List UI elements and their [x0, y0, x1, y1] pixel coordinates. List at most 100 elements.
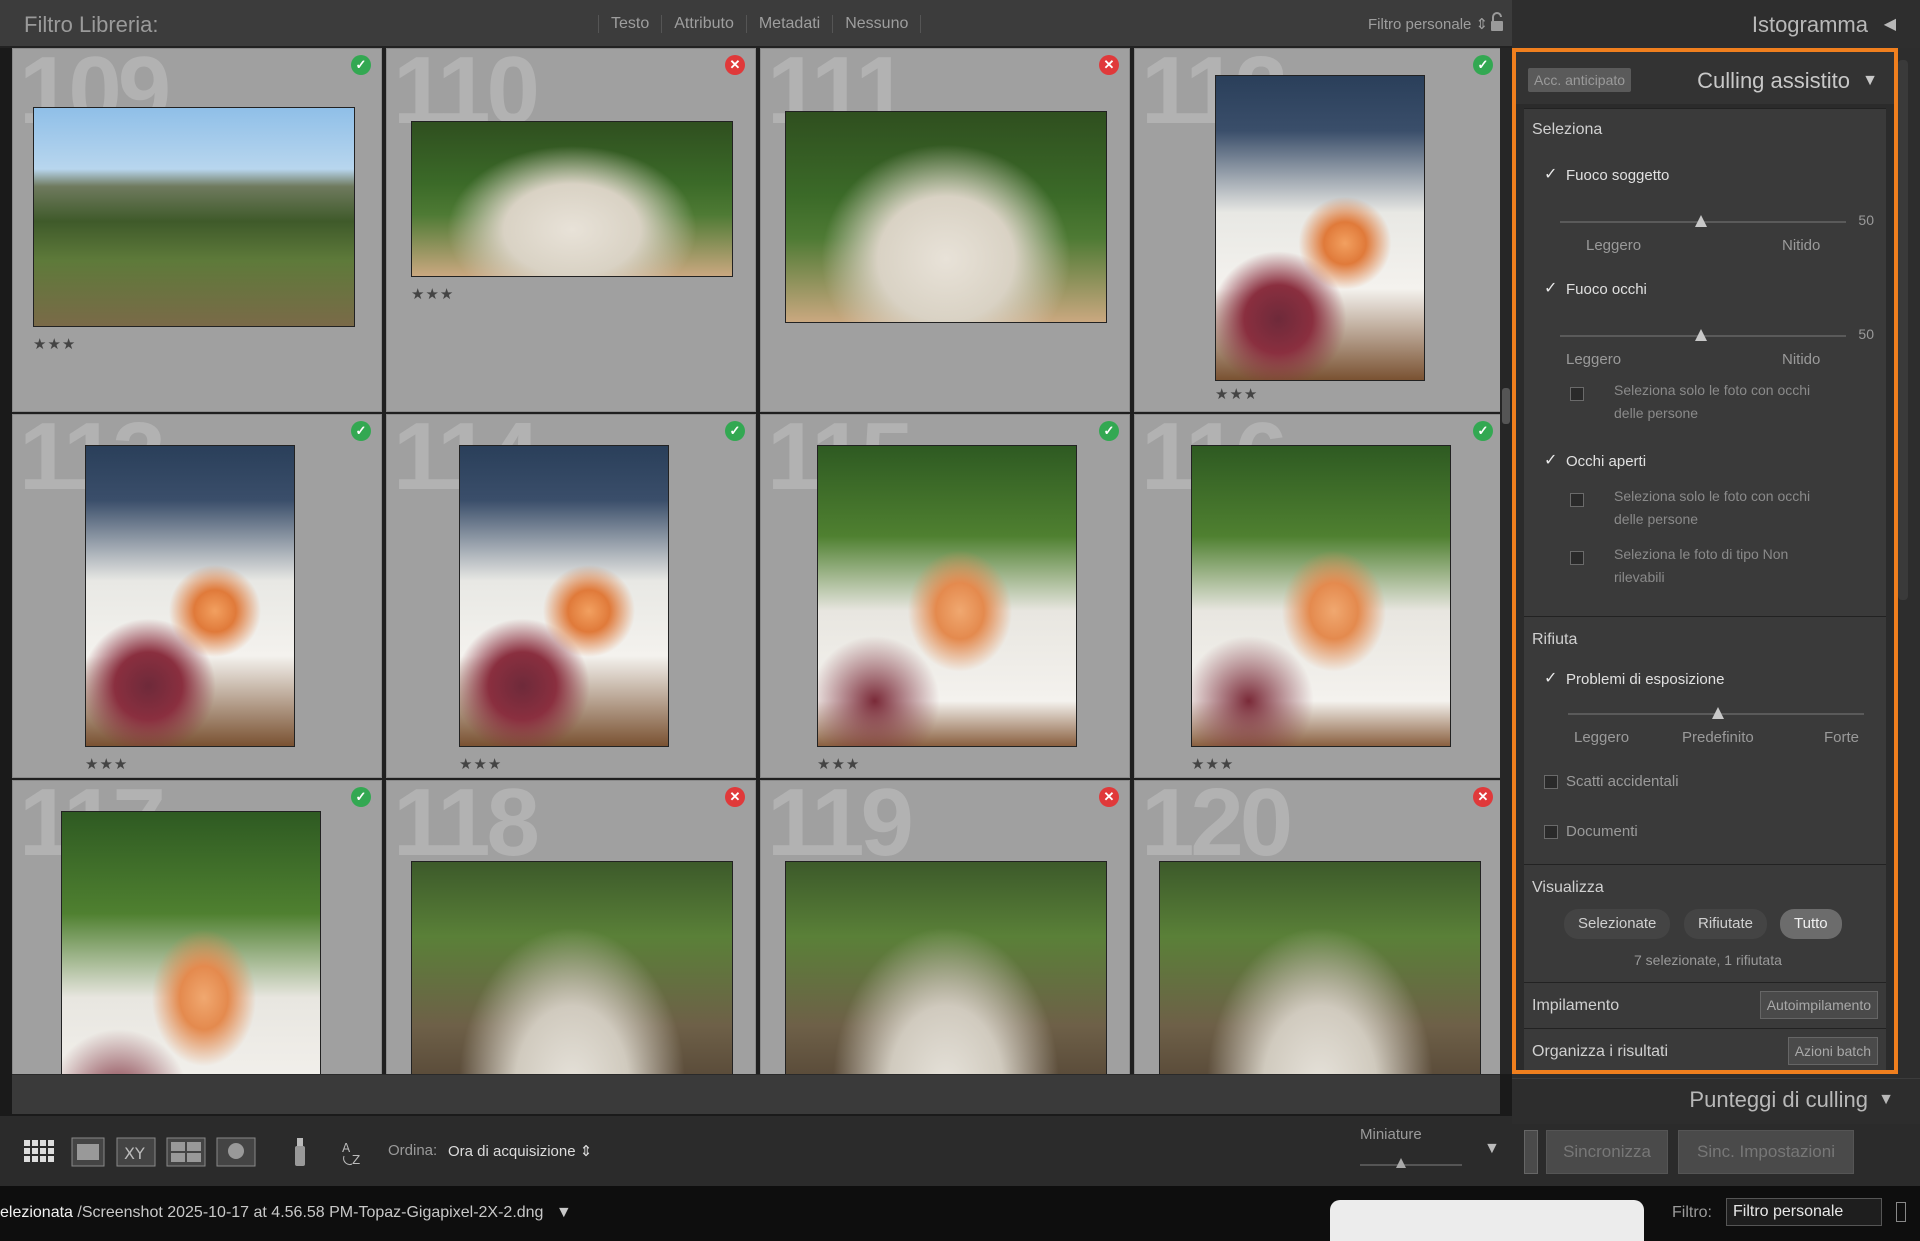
reject-flag-icon[interactable]: ✕ [725, 787, 745, 807]
grid-cell[interactable]: 120 ✕ [1134, 780, 1500, 1074]
compare-view-icon[interactable]: XY [116, 1134, 156, 1170]
grid-scrollbar-thumb[interactable] [1502, 388, 1510, 424]
photo-thumbnail[interactable] [61, 811, 321, 1074]
grid-cell[interactable]: 116✓★★★ [1134, 414, 1500, 778]
painter-icon[interactable] [288, 1134, 312, 1170]
reject-flag-icon[interactable]: ✕ [1473, 787, 1493, 807]
grid-cell[interactable]: 111 ✕ [760, 48, 1130, 412]
fuoco-occhi-slider[interactable]: 50 [1560, 326, 1874, 342]
filter-text[interactable]: Testo [598, 15, 661, 33]
grid-cell[interactable]: 118 ✕ [386, 780, 756, 1074]
pick-flag-icon[interactable]: ✓ [351, 787, 371, 807]
checkbox-scatti[interactable]: Scatti accidentali [1544, 773, 1679, 790]
fuoco-soggetto-slider[interactable]: 50 [1560, 212, 1874, 228]
view-selected-button[interactable]: Selezionate [1564, 909, 1671, 939]
file-path: elezionata /Screenshot 2025-10-17 at 4.5… [0, 1204, 572, 1222]
pick-flag-icon[interactable]: ✓ [1473, 55, 1493, 75]
impilamento-label: Impilamento [1532, 997, 1620, 1014]
dropdown-arrow-icon[interactable]: ▼ [556, 1204, 572, 1221]
photo-thumbnail[interactable] [1159, 861, 1481, 1074]
checkbox-oa-undetectable[interactable] [1570, 551, 1592, 565]
view-all-button[interactable]: Tutto [1780, 909, 1842, 939]
collapse-down-icon[interactable]: ▼ [1878, 1091, 1894, 1109]
sync-settings-button[interactable]: Sinc. Impostazioni [1678, 1130, 1854, 1174]
photo-thumbnail[interactable] [459, 445, 669, 747]
sync-button[interactable]: Sincronizza [1546, 1130, 1668, 1174]
star-rating[interactable]: ★★★ [1191, 755, 1234, 773]
filter-label: Filtro: [1672, 1204, 1712, 1221]
star-rating[interactable]: ★★★ [33, 335, 76, 353]
star-rating[interactable]: ★★★ [85, 755, 128, 773]
photo-thumbnail[interactable] [1191, 445, 1451, 747]
autostack-button[interactable]: Autoimpilamento [1759, 991, 1878, 1019]
filter-attribute[interactable]: Attributo [661, 15, 746, 33]
pick-flag-icon[interactable]: ✓ [1099, 421, 1119, 441]
lock-icon[interactable] [1896, 1202, 1906, 1222]
pick-flag-icon[interactable]: ✓ [351, 421, 371, 441]
checkbox-documenti[interactable]: Documenti [1544, 823, 1638, 840]
collapse-left-icon[interactable]: ◀ [1884, 14, 1896, 34]
filter-select[interactable]: Filtro personale [1726, 1198, 1882, 1226]
pick-flag-icon[interactable]: ✓ [725, 421, 745, 441]
grid-cell[interactable]: 110 ✕ ★★★ [386, 48, 756, 412]
grid-cell[interactable]: 109 ✓ ★★★ [12, 48, 382, 412]
slider-thumb[interactable] [1712, 707, 1724, 719]
sort-direction-icon[interactable]: AZ [340, 1134, 370, 1170]
batch-actions-button[interactable]: Azioni batch [1787, 1037, 1878, 1065]
star-rating[interactable]: ★★★ [411, 285, 454, 303]
esposizione-slider[interactable] [1568, 707, 1864, 719]
checkbox-occhi-aperti[interactable]: ✓ Occhi aperti [1544, 452, 1646, 470]
star-rating[interactable]: ★★★ [1215, 385, 1258, 403]
photo-thumbnail[interactable] [33, 107, 355, 327]
photo-thumbnail[interactable] [785, 111, 1107, 323]
sort-select[interactable]: Ora di acquisizione ⇕ [448, 1142, 592, 1160]
filter-metadata[interactable]: Metadati [745, 15, 832, 33]
grid-cell[interactable]: 117✓ [12, 780, 382, 1074]
checkbox-fuoco-soggetto[interactable]: ✓ Fuoco soggetto [1544, 166, 1669, 184]
histogram-label: Istogramma [1751, 12, 1868, 37]
checkbox-esposizione[interactable]: ✓ Problemi di esposizione [1544, 670, 1724, 688]
grid-cell[interactable]: 112 ✓ ★★★ [1134, 48, 1500, 412]
slider-thumb[interactable] [1396, 1158, 1406, 1168]
checkbox-fo-people[interactable] [1570, 387, 1592, 401]
reject-flag-icon[interactable]: ✕ [725, 55, 745, 75]
grid-cell[interactable]: 113✓★★★ [12, 414, 382, 778]
culling-scores-header[interactable]: Punteggi di culling ▼ [1512, 1078, 1920, 1122]
grid-cell[interactable]: 114✓★★★ [386, 414, 756, 778]
slider-thumb[interactable] [1695, 215, 1707, 227]
grid-cell[interactable]: 119 ✕ [760, 780, 1130, 1074]
grid-scrollbar[interactable] [1500, 48, 1512, 1074]
photo-thumbnail[interactable] [817, 445, 1077, 747]
people-view-icon[interactable] [216, 1134, 256, 1170]
star-rating[interactable]: ★★★ [459, 755, 502, 773]
toolbar-menu-icon[interactable]: ▼ [1484, 1140, 1500, 1158]
star-rating[interactable]: ★★★ [817, 755, 860, 773]
culling-scores-label: Punteggi di culling [1689, 1087, 1868, 1112]
collapse-down-icon[interactable]: ▼ [1862, 72, 1878, 90]
reject-flag-icon[interactable]: ✕ [1099, 55, 1119, 75]
survey-view-icon[interactable] [166, 1134, 206, 1170]
checkbox-oa-people[interactable] [1570, 493, 1592, 507]
photo-thumbnail[interactable] [1215, 75, 1425, 381]
photo-thumbnail[interactable] [411, 861, 733, 1074]
filter-preset-select[interactable]: Filtro personale ⇕ [1368, 15, 1488, 33]
photo-thumbnail[interactable] [785, 861, 1107, 1074]
grid-cell[interactable]: 115✓★★★ [760, 414, 1130, 778]
filter-none[interactable]: Nessuno [832, 15, 922, 33]
loupe-view-icon[interactable] [70, 1134, 106, 1170]
sync-toggle-switch[interactable] [1524, 1130, 1538, 1174]
panel-scrollbar[interactable] [1898, 60, 1908, 600]
thumbnail-size-slider[interactable] [1360, 1158, 1462, 1168]
slider-thumb[interactable] [1695, 329, 1707, 341]
view-rejected-button[interactable]: Rifiutate [1684, 909, 1768, 939]
culling-title[interactable]: Culling assistito [1697, 68, 1850, 94]
photo-thumbnail[interactable] [85, 445, 295, 747]
grid-view-icon[interactable] [22, 1134, 58, 1170]
pick-flag-icon[interactable]: ✓ [351, 55, 371, 75]
histogram-header[interactable]: Istogramma ◀ [1512, 0, 1920, 48]
pick-flag-icon[interactable]: ✓ [1473, 421, 1493, 441]
photo-thumbnail[interactable] [411, 121, 733, 277]
reject-flag-icon[interactable]: ✕ [1099, 787, 1119, 807]
lock-icon[interactable] [1490, 12, 1504, 32]
checkbox-fuoco-occhi[interactable]: ✓ Fuoco occhi [1544, 280, 1647, 298]
